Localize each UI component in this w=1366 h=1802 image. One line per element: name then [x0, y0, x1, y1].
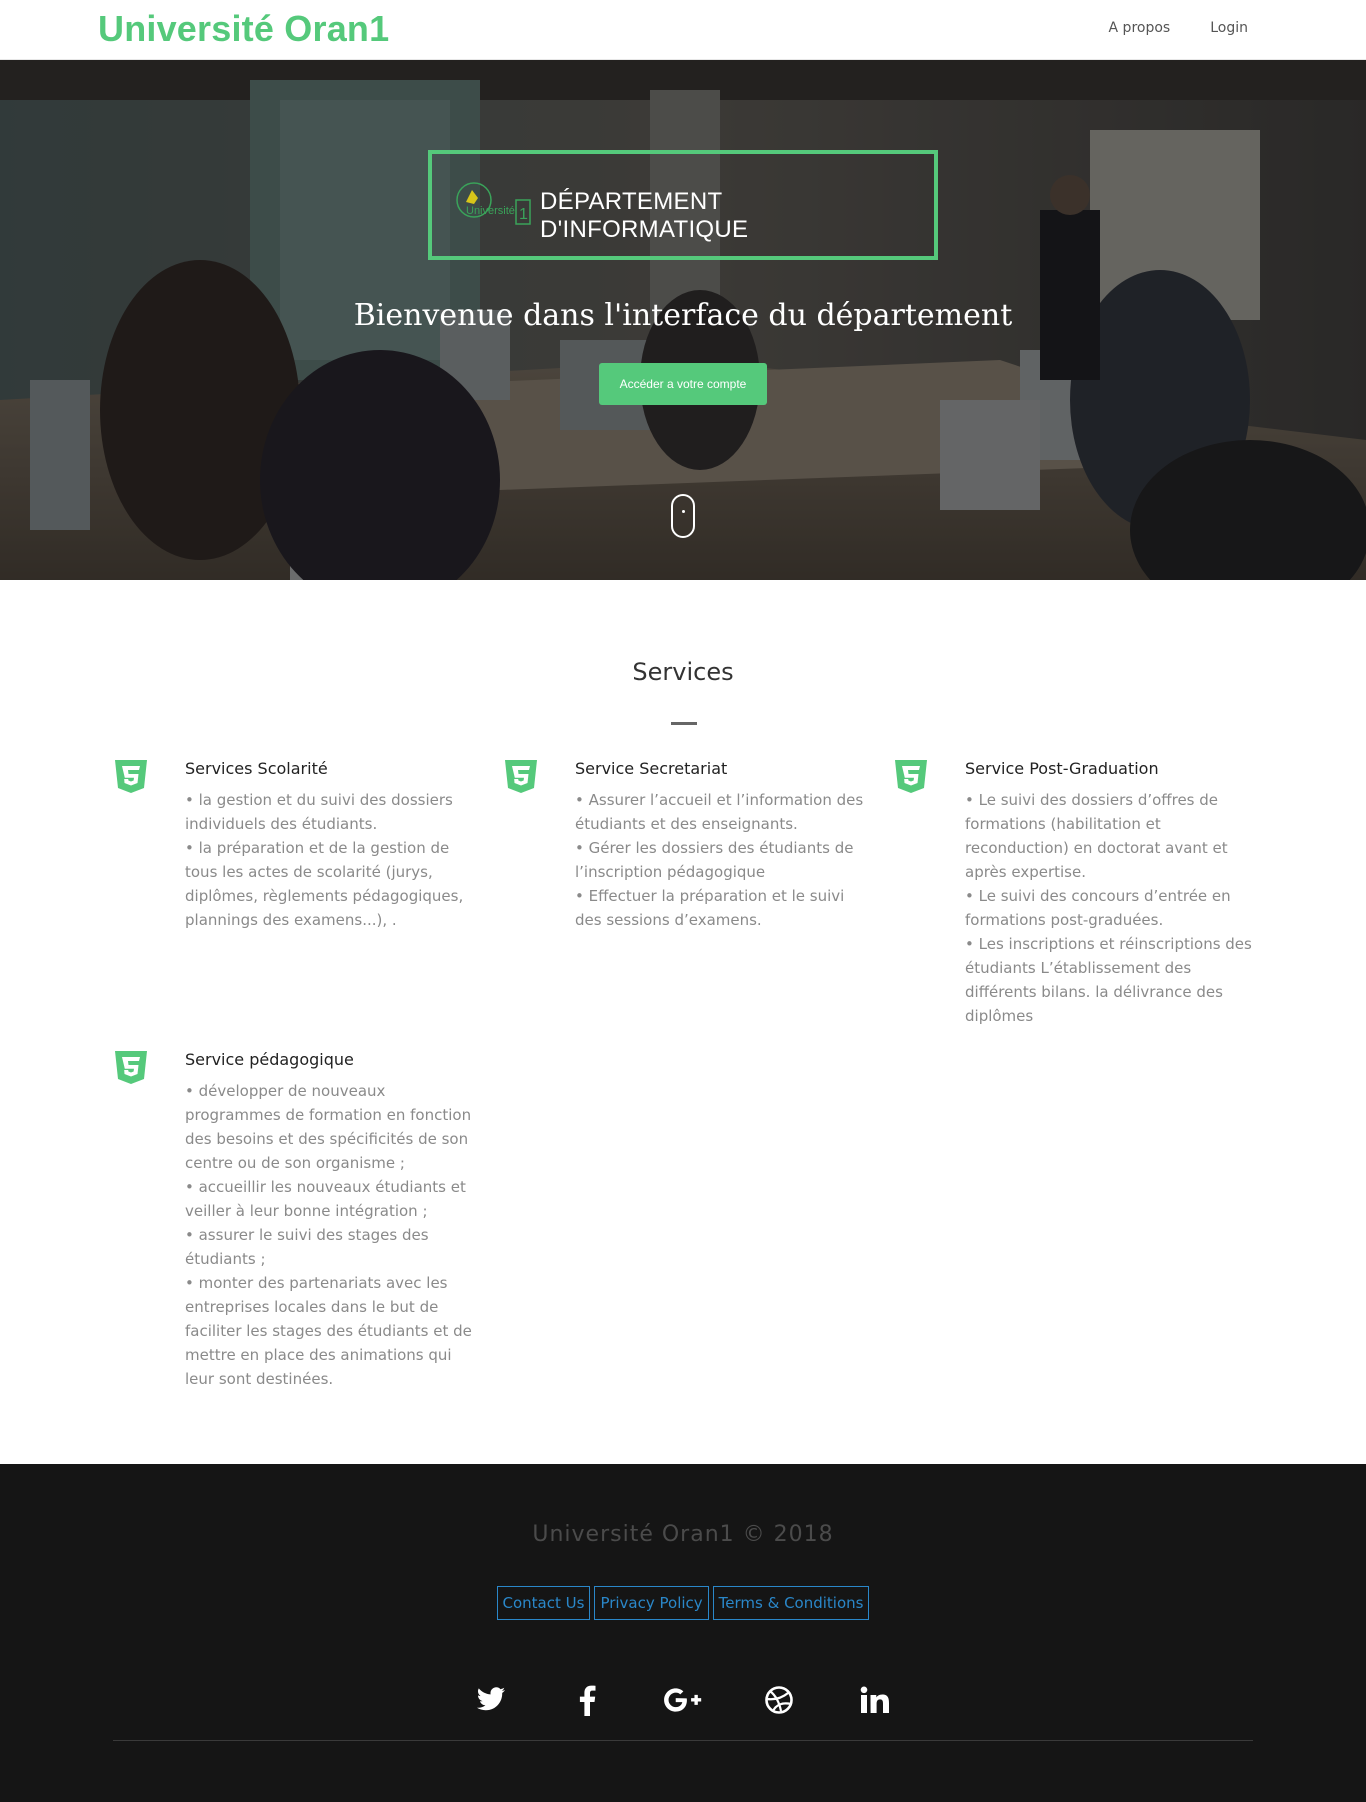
- service-line: reconduction) en doctorat avant et: [965, 839, 1228, 857]
- service-line: • la gestion et du suivi des dossiers: [185, 791, 453, 809]
- service-line: mettre en place des animations qui: [185, 1346, 452, 1364]
- services-heading: Services: [632, 658, 734, 686]
- footer-copyright: Université Oran1 © 2018: [532, 1522, 834, 1547]
- service-line: formations post-graduées.: [965, 911, 1164, 929]
- service-line: • Gérer les dossiers des étudiants de: [575, 839, 854, 857]
- css3-icon: [505, 760, 537, 793]
- service-title: Service Post-Graduation: [965, 759, 1159, 778]
- service-line: faciliter les stages des étudiants et de: [185, 1322, 472, 1340]
- department-title: DÉPARTEMENT D'INFORMATIQUE: [540, 188, 749, 243]
- service-line: • Effectuer la préparation et le suivi: [575, 887, 845, 905]
- services-divider: [671, 722, 697, 725]
- welcome-heading: Bienvenue dans l'interface du départemen…: [353, 298, 1013, 333]
- nav-link-a-propos[interactable]: A propos: [1109, 20, 1171, 36]
- nav-links: A propos Login: [1109, 20, 1248, 36]
- twitter-icon[interactable]: [471, 1680, 511, 1720]
- service-line: veiller à leur bonne intégration ;: [185, 1202, 428, 1220]
- service-line: • la préparation et de la gestion de: [185, 839, 450, 857]
- footer-link-privacy-policy[interactable]: Privacy Policy: [594, 1586, 709, 1620]
- service-line: l’inscription pédagogique: [575, 863, 766, 881]
- mouse-wheel-dot: [682, 510, 685, 513]
- service-line: étudiants et des enseignants.: [575, 815, 798, 833]
- logo-text: Université: [466, 205, 515, 217]
- service-pedagogique: Service pédagogique • développer de nouv…: [185, 1049, 485, 1391]
- nav-link-login[interactable]: Login: [1210, 20, 1248, 36]
- facebook-icon[interactable]: [567, 1680, 607, 1720]
- navbar: Université Oran1 A propos Login: [0, 0, 1366, 60]
- department-banner: Université 1 DÉPARTEMENT D'INFORMATIQUE: [428, 150, 938, 260]
- service-line: individuels des étudiants.: [185, 815, 378, 833]
- service-scolarite: Services Scolarité • la gestion et du su…: [185, 758, 485, 932]
- brand-logo-text[interactable]: Université Oran1: [98, 8, 389, 50]
- service-line: • Les inscriptions et réinscriptions des: [965, 935, 1252, 953]
- service-title: Services Scolarité: [185, 759, 328, 778]
- service-line: • Le suivi des concours d’entrée en: [965, 887, 1231, 905]
- footer-links: Contact Us Privacy Policy Terms & Condit…: [0, 1586, 1366, 1620]
- scroll-down-mouse-icon[interactable]: [671, 494, 695, 538]
- footer-divider: [113, 1740, 1253, 1741]
- service-line: différents bilans. la délivrance des: [965, 983, 1223, 1001]
- service-line: • assurer le suivi des stages des: [185, 1226, 429, 1244]
- service-line: leur sont destinées.: [185, 1370, 334, 1388]
- service-post-graduation: Service Post-Graduation • Le suivi des d…: [965, 758, 1265, 1028]
- css3-icon: [895, 760, 927, 793]
- hero-section: Université 1 DÉPARTEMENT D'INFORMATIQUE …: [0, 60, 1366, 580]
- footer-link-terms-conditions[interactable]: Terms & Conditions: [712, 1586, 870, 1620]
- service-line: des sessions d’examens.: [575, 911, 762, 929]
- service-title: Service pédagogique: [185, 1050, 354, 1069]
- footer: Université Oran1 © 2018 Contact Us Priva…: [0, 1464, 1366, 1802]
- google-plus-icon[interactable]: [663, 1680, 703, 1720]
- service-line: centre ou de son organisme ;: [185, 1154, 405, 1172]
- access-account-button[interactable]: Accéder a votre compte: [599, 363, 767, 405]
- service-line: après expertise.: [965, 863, 1086, 881]
- service-line: programmes de formation en fonction: [185, 1106, 472, 1124]
- logo-number: 1: [519, 206, 528, 223]
- css3-icon: [115, 1051, 147, 1084]
- service-line: étudiants ;: [185, 1250, 266, 1268]
- service-line: des besoins et des spécificités de son: [185, 1130, 469, 1148]
- service-line: • Assurer l’accueil et l’information des: [575, 791, 864, 809]
- service-line: diplômes, règlements pédagogiques,: [185, 887, 464, 905]
- service-line: • monter des partenariats avec les: [185, 1274, 448, 1292]
- service-line: • développer de nouveaux: [185, 1082, 386, 1100]
- service-line: entreprises locales dans le but de: [185, 1298, 439, 1316]
- service-line: • Le suivi des dossiers d’offres de: [965, 791, 1219, 809]
- service-line: • accueillir les nouveaux étudiants et: [185, 1178, 466, 1196]
- service-line: tous les actes de scolarité (jurys,: [185, 863, 433, 881]
- dribbble-icon[interactable]: [759, 1680, 799, 1720]
- css3-icon: [115, 760, 147, 793]
- service-line: plannings des examens...), .: [185, 911, 397, 929]
- service-line: étudiants L’établissement des: [965, 959, 1192, 977]
- service-title: Service Secretariat: [575, 759, 728, 778]
- service-line: diplômes: [965, 1007, 1034, 1025]
- social-links: [0, 1680, 1366, 1720]
- linkedin-icon[interactable]: [855, 1680, 895, 1720]
- footer-link-contact-us[interactable]: Contact Us: [496, 1586, 591, 1620]
- service-secretariat: Service Secretariat • Assurer l’accueil …: [575, 758, 875, 932]
- service-line: formations (habilitation et: [965, 815, 1161, 833]
- university-logo-icon: Université 1: [456, 182, 531, 225]
